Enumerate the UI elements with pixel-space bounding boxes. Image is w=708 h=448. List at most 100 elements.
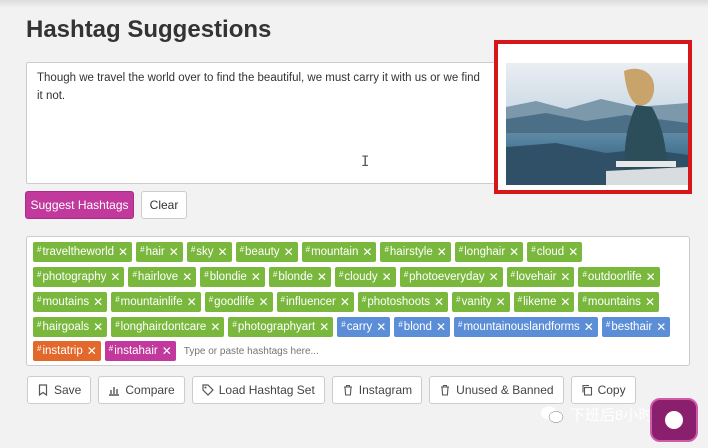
toolbar: Save Compare Load Hashtag Set Instagram Unus…: [27, 376, 636, 404]
remove-tag-icon[interactable]: ✕: [319, 320, 329, 334]
hashtag-input[interactable]: [183, 341, 324, 361]
remove-tag-icon[interactable]: ✕: [251, 270, 261, 284]
hashtag-label: photoshoots: [367, 296, 431, 308]
clear-button[interactable]: Clear: [141, 191, 187, 219]
hashtag-chip[interactable]: # hairstyle ✕: [380, 242, 451, 262]
remove-tag-icon[interactable]: ✕: [489, 270, 499, 284]
hashtag-chip[interactable]: # mountains ✕: [578, 292, 659, 312]
app-badge-icon: [650, 398, 698, 442]
hashtag-box[interactable]: # traveltheworld ✕ # hair ✕ # sky ✕ # beauty ✕ # moun…: [26, 236, 690, 366]
hash-symbol: #: [37, 244, 42, 254]
tool-button-copy[interactable]: Copy: [570, 376, 636, 404]
hashtag-chip[interactable]: # photography ✕: [33, 267, 125, 287]
hashtag-chip[interactable]: # cloud ✕: [527, 242, 583, 262]
caption-textarea[interactable]: Though we travel the world over to find …: [26, 62, 496, 184]
hashtag-chip[interactable]: # carry ✕: [337, 317, 391, 337]
remove-tag-icon[interactable]: ✕: [110, 270, 120, 284]
hashtag-chip[interactable]: # photoshoots ✕: [357, 292, 449, 312]
remove-tag-icon[interactable]: ✕: [93, 295, 103, 309]
tool-button-load-hashtag-set[interactable]: Load Hashtag Set: [191, 376, 325, 404]
hashtag-chip[interactable]: # mountainouslandforms ✕: [454, 317, 598, 337]
remove-tag-icon[interactable]: ✕: [87, 344, 97, 358]
hashtag-chip[interactable]: # beauty ✕: [235, 242, 298, 262]
hashtag-label: photoeveryday: [409, 271, 485, 283]
remove-tag-icon[interactable]: ✕: [382, 270, 392, 284]
hashtag-label: hairgoals: [42, 321, 90, 333]
remove-tag-icon[interactable]: ✕: [437, 245, 447, 259]
remove-tag-icon[interactable]: ✕: [436, 320, 446, 334]
remove-tag-icon[interactable]: ✕: [340, 295, 350, 309]
copy-icon: [581, 384, 593, 396]
tool-label: Compare: [125, 383, 175, 397]
remove-tag-icon[interactable]: ✕: [162, 344, 172, 358]
hash-symbol: #: [338, 269, 344, 279]
hash-symbol: #: [37, 294, 42, 304]
photo-image: [506, 63, 688, 185]
hashtag-chip[interactable]: # mountainlife ✕: [111, 292, 201, 312]
remove-tag-icon[interactable]: ✕: [362, 245, 372, 259]
remove-tag-icon[interactable]: ✕: [169, 245, 179, 259]
hashtag-chip[interactable]: # influencer ✕: [276, 292, 354, 312]
hashtag-chip[interactable]: # photoeveryday ✕: [399, 267, 503, 287]
uploaded-photo[interactable]: [506, 63, 688, 185]
tool-button-compare[interactable]: Compare: [98, 376, 185, 404]
hashtag-chip[interactable]: # blonde ✕: [268, 267, 331, 287]
hashtag-chip[interactable]: # outdoorlife ✕: [578, 267, 660, 287]
remove-tag-icon[interactable]: ✕: [434, 295, 444, 309]
remove-tag-icon[interactable]: ✕: [496, 295, 506, 309]
remove-tag-icon[interactable]: ✕: [376, 320, 386, 334]
remove-tag-icon[interactable]: ✕: [218, 245, 228, 259]
hashtag-chip[interactable]: # instatrip ✕: [33, 341, 101, 361]
remove-tag-icon[interactable]: ✕: [509, 245, 519, 259]
hashtag-chip[interactable]: # hair ✕: [136, 242, 183, 262]
hashtag-chip[interactable]: # hairgoals ✕: [33, 317, 108, 337]
watermark-text: 下班后8小时: [570, 407, 654, 424]
remove-tag-icon[interactable]: ✕: [258, 295, 268, 309]
hashtag-label: photographyart: [237, 321, 316, 333]
remove-tag-icon[interactable]: ✕: [93, 320, 103, 334]
tool-button-unused-banned[interactable]: Unused & Banned: [429, 376, 564, 404]
text-cursor-icon: I: [361, 154, 370, 170]
remove-tag-icon[interactable]: ✕: [568, 245, 578, 259]
hashtag-chip[interactable]: # mountain ✕: [301, 242, 377, 262]
hashtag-chip[interactable]: # instahair ✕: [104, 341, 176, 361]
remove-tag-icon[interactable]: ✕: [210, 320, 220, 334]
tag-row: # moutains ✕ # mountainlife ✕ # goodlife ✕ # influ…: [33, 292, 659, 312]
hashtag-chip[interactable]: # lovehair ✕: [506, 267, 575, 287]
hashtag-chip[interactable]: # cloudy ✕: [334, 267, 396, 287]
remove-tag-icon[interactable]: ✕: [284, 245, 294, 259]
hashtag-chip[interactable]: # sky ✕: [186, 242, 232, 262]
hashtag-chip[interactable]: # longhair ✕: [454, 242, 524, 262]
remove-tag-icon[interactable]: ✕: [560, 295, 570, 309]
hashtag-label: instahair: [114, 345, 158, 357]
remove-tag-icon[interactable]: ✕: [560, 270, 570, 284]
remove-tag-icon[interactable]: ✕: [187, 295, 197, 309]
wechat-icon: [540, 405, 564, 425]
hashtag-chip[interactable]: # hairlove ✕: [128, 267, 197, 287]
hashtag-chip[interactable]: # blond ✕: [394, 317, 450, 337]
tool-button-save[interactable]: Save: [27, 376, 92, 404]
tool-button-instagram[interactable]: Instagram: [331, 376, 423, 404]
hashtag-chip[interactable]: # likeme ✕: [513, 292, 575, 312]
hashtag-label: outdoorlife: [587, 271, 642, 283]
remove-tag-icon[interactable]: ✕: [645, 295, 655, 309]
hashtag-chip[interactable]: # moutains ✕: [33, 292, 108, 312]
hashtag-label: hair: [145, 246, 165, 258]
remove-tag-icon[interactable]: ✕: [656, 320, 666, 334]
hashtag-label: mountainouslandforms: [463, 321, 580, 333]
hashtag-chip[interactable]: # photographyart ✕: [228, 317, 334, 337]
remove-tag-icon[interactable]: ✕: [317, 270, 327, 284]
hash-symbol: #: [517, 294, 523, 304]
hash-symbol: #: [37, 319, 42, 329]
hashtag-chip[interactable]: # besthair ✕: [601, 317, 671, 337]
hashtag-chip[interactable]: # vanity ✕: [452, 292, 510, 312]
hashtag-chip[interactable]: # blondie ✕: [200, 267, 265, 287]
remove-tag-icon[interactable]: ✕: [182, 270, 192, 284]
remove-tag-icon[interactable]: ✕: [584, 320, 594, 334]
remove-tag-icon[interactable]: ✕: [118, 245, 128, 259]
remove-tag-icon[interactable]: ✕: [646, 270, 656, 284]
hashtag-chip[interactable]: # traveltheworld ✕: [33, 242, 133, 262]
suggest-hashtags-button[interactable]: Suggest Hashtags: [25, 191, 134, 219]
hashtag-chip[interactable]: # longhairdontcare ✕: [111, 317, 225, 337]
hashtag-chip[interactable]: # goodlife ✕: [204, 292, 273, 312]
